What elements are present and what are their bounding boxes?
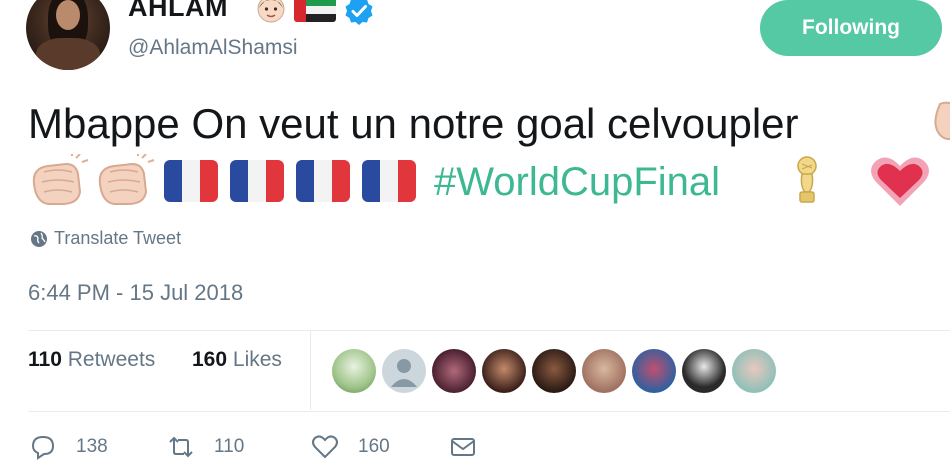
like-button[interactable]: 160 <box>310 432 390 462</box>
translate-tweet-label: Translate Tweet <box>54 228 182 248</box>
tweet-timestamp[interactable]: 6:44 PM - 15 Jul 2018 <box>28 280 243 306</box>
reply-count: 138 <box>76 436 108 457</box>
retweets-count: 110 <box>28 348 62 371</box>
default-profile-icon <box>391 359 417 387</box>
globe-icon <box>31 230 47 247</box>
liker-avatar[interactable] <box>582 349 626 393</box>
france-flag-icon <box>164 160 218 202</box>
liker-avatar[interactable] <box>432 349 476 393</box>
author-name[interactable]: AHLAM <box>128 0 228 23</box>
france-flag-icon <box>362 160 416 202</box>
retweets-label: Retweets <box>67 348 156 371</box>
heart-icon <box>871 157 929 206</box>
tweet-actions: 138 110 160 <box>28 432 528 462</box>
divider-bottom <box>28 411 950 412</box>
retweet-icon <box>169 436 193 458</box>
liker-avatars <box>332 349 792 395</box>
france-flag-icon <box>296 160 350 202</box>
liker-avatar[interactable] <box>332 349 376 393</box>
translate-tweet-link[interactable]: Translate Tweet <box>30 228 181 249</box>
retweet-count: 110 <box>214 436 245 457</box>
following-button[interactable]: Following <box>760 0 942 56</box>
retweet-button[interactable]: 110 <box>166 432 244 462</box>
clapping-hands-icon <box>98 154 155 205</box>
hashtag-link[interactable]: #WorldCupFinal <box>434 160 720 205</box>
author-handle[interactable]: @AhlamAlShamsi <box>128 36 298 60</box>
likes-stat[interactable]: 160 Likes <box>192 348 282 372</box>
author-avatar[interactable] <box>26 0 110 70</box>
tweet-text: Mbappe On veut un notre goal celvoupler <box>28 100 799 147</box>
liker-avatar[interactable] <box>532 349 576 393</box>
reply-button[interactable]: 138 <box>28 432 108 462</box>
uae-flag-icon <box>294 0 336 22</box>
avatar-face <box>56 0 80 30</box>
direct-message-button[interactable] <box>448 432 496 462</box>
divider-top <box>28 330 950 331</box>
retweets-stat[interactable]: 110 Retweets <box>28 348 155 372</box>
likes-label: Likes <box>232 348 282 371</box>
france-flag-icon <box>230 160 284 202</box>
trophy-icon <box>797 156 817 203</box>
girl-emoji-icon <box>257 0 285 23</box>
liker-avatar[interactable] <box>382 349 426 393</box>
stats-vertical-divider <box>310 330 311 410</box>
reply-icon <box>31 435 55 460</box>
liker-avatar[interactable] <box>632 349 676 393</box>
liker-avatar[interactable] <box>732 349 776 393</box>
avatar-clothing <box>36 38 100 70</box>
likes-count: 160 <box>192 348 228 371</box>
liker-avatar[interactable] <box>482 349 526 393</box>
message-icon <box>451 438 475 456</box>
liker-avatar[interactable] <box>682 349 726 393</box>
clapping-hands-icon <box>934 101 950 141</box>
verified-badge-icon <box>345 0 373 25</box>
like-count: 160 <box>358 436 390 457</box>
like-icon <box>312 435 338 459</box>
tweet-emoji-line: #WorldCupFinal <box>28 152 950 210</box>
clapping-hands-icon <box>32 154 89 205</box>
